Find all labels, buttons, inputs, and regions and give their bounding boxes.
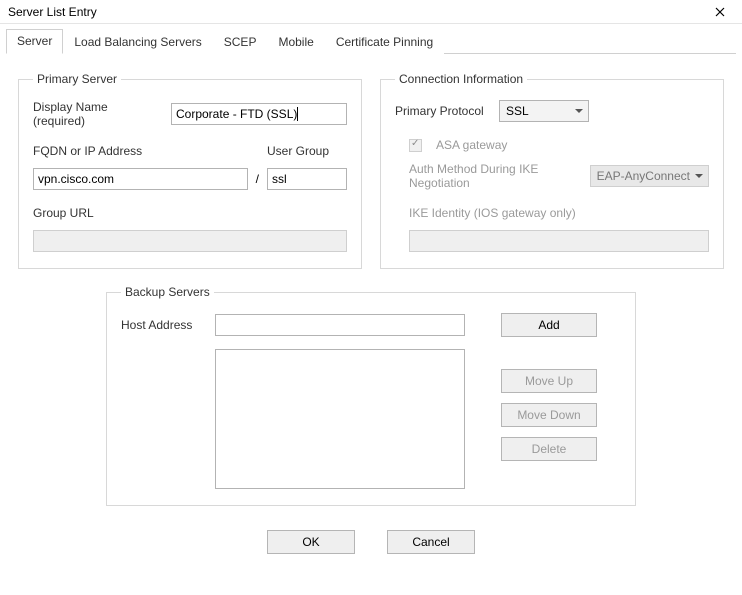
connection-info-legend: Connection Information <box>395 72 527 86</box>
auth-method-label: Auth Method During IKE Negotiation <box>409 162 582 190</box>
move-down-button: Move Down <box>501 403 597 427</box>
titlebar: Server List Entry <box>0 0 742 24</box>
user-group-label: User Group <box>267 144 347 158</box>
backup-servers-list[interactable] <box>215 349 465 489</box>
dialog-footer: OK Cancel <box>18 530 724 554</box>
asa-gateway-checkbox <box>409 139 422 152</box>
tab-strip: Server Load Balancing Servers SCEP Mobil… <box>6 28 736 54</box>
add-button[interactable]: Add <box>501 313 597 337</box>
asa-gateway-label: ASA gateway <box>436 138 507 152</box>
backup-servers-group: Backup Servers Host Address Add Move Up … <box>106 285 636 506</box>
ok-button[interactable]: OK <box>267 530 355 554</box>
primary-server-group: Primary Server Display Name (required) C… <box>18 72 362 269</box>
close-button[interactable] <box>704 1 736 23</box>
tab-content: Primary Server Display Name (required) C… <box>0 54 742 564</box>
host-address-label: Host Address <box>121 318 207 332</box>
display-name-value: Corporate - FTD (SSL) <box>176 107 297 121</box>
text-caret <box>297 107 298 121</box>
backup-servers-legend: Backup Servers <box>121 285 214 299</box>
primary-server-legend: Primary Server <box>33 72 121 86</box>
auth-method-select: EAP-AnyConnect <box>590 165 709 187</box>
display-name-label: Display Name (required) <box>33 100 163 128</box>
window-title: Server List Entry <box>8 5 704 19</box>
ike-identity-label: IKE Identity (IOS gateway only) <box>409 206 576 220</box>
fqdn-input[interactable] <box>33 168 248 190</box>
move-up-button: Move Up <box>501 369 597 393</box>
fqdn-label: FQDN or IP Address <box>33 144 259 158</box>
close-icon <box>715 7 725 17</box>
host-address-input[interactable] <box>215 314 465 336</box>
primary-protocol-value: SSL <box>499 100 589 122</box>
group-url-input <box>33 230 347 252</box>
tab-cert-pinning[interactable]: Certificate Pinning <box>325 30 444 54</box>
display-name-input[interactable]: Corporate - FTD (SSL) <box>171 103 347 125</box>
tab-mobile[interactable]: Mobile <box>267 30 324 54</box>
delete-button: Delete <box>501 437 597 461</box>
auth-method-value: EAP-AnyConnect <box>590 165 709 187</box>
primary-protocol-select[interactable]: SSL <box>499 100 589 122</box>
tab-load-balancing[interactable]: Load Balancing Servers <box>63 30 212 54</box>
group-url-label: Group URL <box>33 206 94 220</box>
cancel-button[interactable]: Cancel <box>387 530 475 554</box>
ike-identity-input <box>409 230 709 252</box>
fqdn-separator: / <box>256 172 259 186</box>
connection-info-group: Connection Information Primary Protocol … <box>380 72 724 269</box>
tab-scep[interactable]: SCEP <box>213 30 268 54</box>
user-group-input[interactable] <box>267 168 347 190</box>
tab-server[interactable]: Server <box>6 29 63 54</box>
primary-protocol-label: Primary Protocol <box>395 104 491 118</box>
